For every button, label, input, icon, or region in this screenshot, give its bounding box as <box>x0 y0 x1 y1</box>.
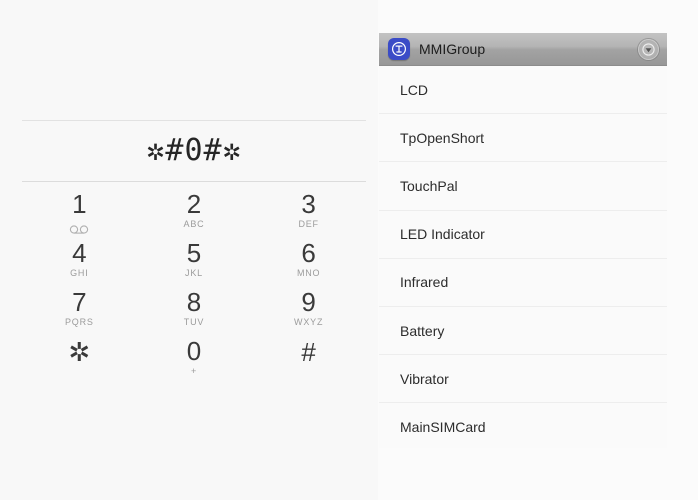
list-item-label: MainSIMCard <box>400 419 486 436</box>
list-item[interactable]: Infrared <box>379 258 667 307</box>
list-item-label: TpOpenShort <box>400 129 485 146</box>
dialpad-key-7-letters: PQRS <box>64 317 94 327</box>
dialpad-key-5-digit: 5 <box>186 238 202 268</box>
mmi-group-panel: MMIGroup LCD TpOpenShort TouchPal LED In… <box>379 33 667 448</box>
dialpad-key-3[interactable]: 3 DEF <box>251 188 366 237</box>
dialpad-key-2-digit: 2 <box>186 189 202 219</box>
mmi-item-list[interactable]: LCD TpOpenShort TouchPal LED Indicator I… <box>379 66 667 448</box>
dialpad-key-6-digit: 6 <box>301 238 316 268</box>
list-item[interactable]: LCD <box>379 66 667 115</box>
list-item-label: Infrared <box>400 274 449 291</box>
mmi-title-text: MMIGroup <box>419 41 486 57</box>
dialpad-key-0-plus: + <box>190 366 198 376</box>
dialed-number-text: ✲#0#✲ <box>146 133 242 168</box>
list-item[interactable]: TouchPal <box>379 162 667 211</box>
dialpad-key-1[interactable]: 1 <box>22 188 137 237</box>
list-item-label: Battery <box>400 322 445 339</box>
dialed-number-display[interactable]: ✲#0#✲ <box>22 120 366 182</box>
dialpad-key-4-digit: 4 <box>72 238 87 268</box>
list-item[interactable]: Battery <box>379 306 667 356</box>
dialpad-key-5[interactable]: 5 JKL <box>137 237 252 286</box>
dialpad-key-1-digit: 1 <box>72 189 87 219</box>
dialpad-key-star-digit: ✲ <box>68 337 91 367</box>
dialer-pane: ✲#0#✲ 1 2 ABC 3 DEF 4 GHI 5 JKL 6 MNO 7 … <box>0 0 378 500</box>
list-item[interactable]: LED Indicator <box>379 210 667 259</box>
dialpad-key-hash[interactable]: # <box>251 335 366 384</box>
dialpad-key-4-letters: GHI <box>70 268 89 278</box>
chevron-down-circle-icon[interactable] <box>638 38 659 60</box>
dialpad-key-9-digit: 9 <box>301 287 316 317</box>
dialpad-key-3-letters: DEF <box>298 219 319 229</box>
dialpad-key-2-letters: ABC <box>183 219 205 229</box>
list-item[interactable]: MainSIMCard <box>379 403 667 448</box>
dialpad-key-0-digit: 0 <box>186 336 202 366</box>
dialpad-key-7[interactable]: 7 PQRS <box>22 286 137 335</box>
mmi-titlebar: MMIGroup <box>379 33 667 66</box>
list-item[interactable]: TpOpenShort <box>379 114 667 163</box>
dialpad-key-5-letters: JKL <box>185 268 203 278</box>
dialpad: 1 2 ABC 3 DEF 4 GHI 5 JKL 6 MNO 7 PQRS 8… <box>22 188 366 384</box>
list-item-label: LED Indicator <box>400 226 485 243</box>
dialpad-key-8-letters: TUV <box>183 317 205 327</box>
dialpad-key-4[interactable]: 4 GHI <box>22 237 137 286</box>
dialpad-key-8[interactable]: 8 TUV <box>137 286 252 335</box>
dialpad-key-7-digit: 7 <box>72 287 87 317</box>
list-item-label: TouchPal <box>400 177 458 194</box>
list-item-label: LCD <box>400 81 429 98</box>
dialpad-key-6[interactable]: 6 MNO <box>251 237 366 286</box>
mmi-app-icon <box>388 38 410 60</box>
dialpad-key-hash-digit: # <box>301 337 316 367</box>
list-item[interactable]: Vibrator <box>379 355 667 404</box>
dialpad-key-9[interactable]: 9 WXYZ <box>251 286 366 335</box>
dialpad-key-9-letters: WXYZ <box>294 317 324 327</box>
dialpad-key-0[interactable]: 0 + <box>137 335 252 384</box>
dialpad-key-2[interactable]: 2 ABC <box>137 188 252 237</box>
dialpad-key-8-digit: 8 <box>186 287 202 317</box>
dialpad-key-3-digit: 3 <box>301 189 316 219</box>
list-item-label: Vibrator <box>400 370 449 387</box>
dialpad-key-star[interactable]: ✲ <box>22 335 137 384</box>
dialpad-key-6-letters: MNO <box>296 268 321 278</box>
